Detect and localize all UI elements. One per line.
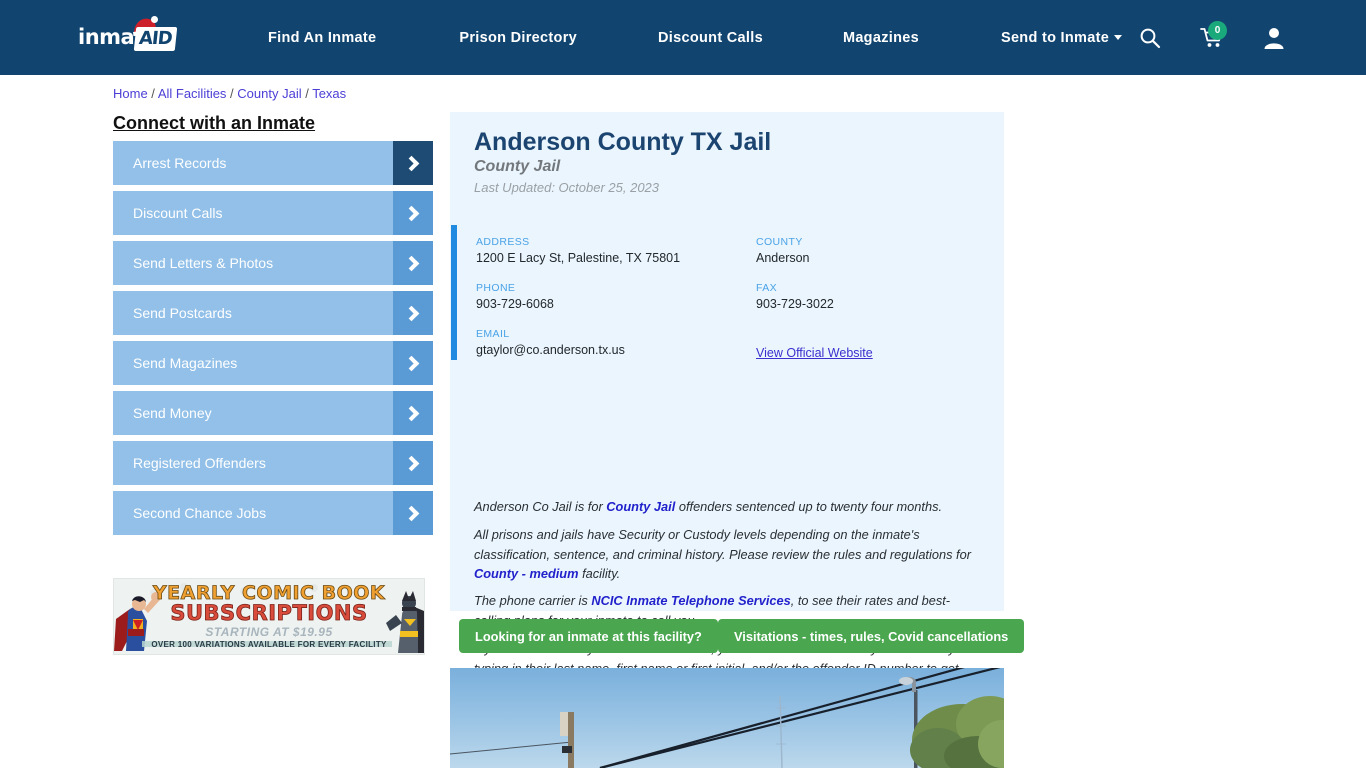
chevron-right-icon bbox=[393, 141, 433, 185]
paragraph-text: The phone carrier is bbox=[474, 593, 592, 608]
paragraph-text: All prisons and jails have Security or C… bbox=[474, 527, 971, 562]
paragraph-text: offenders sentenced up to twenty four mo… bbox=[675, 499, 943, 514]
contact-column-right: COUNTY Anderson FAX 903-729-3022 View Of… bbox=[756, 236, 986, 362]
site-logo[interactable]: inmate AID bbox=[78, 16, 188, 56]
last-updated-text: Last Updated: October 25, 2023 bbox=[474, 180, 660, 195]
chevron-right-icon bbox=[393, 491, 433, 535]
sidebar-heading: Connect with an Inmate bbox=[113, 113, 316, 133]
view-official-website-link[interactable]: View Official Website bbox=[756, 346, 873, 360]
contact-column-left: ADDRESS 1200 E Lacy St, Palestine, TX 75… bbox=[476, 236, 746, 374]
chevron-right-icon bbox=[393, 441, 433, 485]
sidebar-item-send-money[interactable]: Send Money bbox=[113, 391, 433, 435]
sidebar-item-label: Send Money bbox=[133, 405, 212, 421]
ad-headline-line2: SUBSCRIPTIONS bbox=[170, 601, 368, 626]
sidebar-item-send-magazines[interactable]: Send Magazines bbox=[113, 341, 433, 385]
user-account-icon[interactable] bbox=[1262, 25, 1286, 51]
nav-item-discount-calls[interactable]: Discount Calls bbox=[658, 30, 763, 46]
facility-paragraph-1: Anderson Co Jail is for County Jail offe… bbox=[474, 497, 986, 517]
facility-street-view-photo[interactable] bbox=[450, 668, 1004, 768]
accent-bar bbox=[451, 225, 457, 360]
sidebar-item-label: Discount Calls bbox=[133, 205, 223, 221]
breadcrumb-separator: / bbox=[147, 86, 158, 101]
facility-photo-illustration bbox=[450, 668, 1004, 768]
chevron-down-icon bbox=[1114, 34, 1123, 40]
nav-item-magazines[interactable]: Magazines bbox=[843, 30, 919, 46]
breadcrumb-item-texas[interactable]: Texas bbox=[312, 86, 346, 101]
visitations-button[interactable]: Visitations - times, rules, Covid cancel… bbox=[718, 619, 1025, 653]
sidebar-item-registered-offenders[interactable]: Registered Offenders bbox=[113, 441, 433, 485]
chevron-right-icon bbox=[393, 341, 433, 385]
sidebar-item-label: Second Chance Jobs bbox=[133, 505, 267, 521]
email-label: EMAIL bbox=[476, 328, 510, 340]
nav-item-find-an-inmate[interactable]: Find An Inmate bbox=[268, 30, 376, 46]
sidebar-item-second-chance-jobs[interactable]: Second Chance Jobs bbox=[113, 491, 433, 535]
sidebar-item-label: Arrest Records bbox=[133, 155, 227, 171]
sidebar-item-send-letters-photos[interactable]: Send Letters & Photos bbox=[113, 241, 433, 285]
email-value: gtaylor@co.anderson.tx.us bbox=[476, 343, 625, 357]
sidebar-item-send-postcards[interactable]: Send Postcards bbox=[113, 291, 433, 335]
logo-badge: AID bbox=[133, 27, 177, 51]
nav-item-send-to-inmate[interactable]: Send to Inmate bbox=[1000, 29, 1123, 46]
facility-paragraph-2: All prisons and jails have Security or C… bbox=[474, 525, 986, 584]
sidebar-item-label: Registered Offenders bbox=[133, 455, 266, 471]
ncic-services-link[interactable]: NCIC Inmate Telephone Services bbox=[591, 593, 790, 608]
sidebar-item-arrest-records[interactable]: Arrest Records bbox=[113, 141, 433, 185]
facility-type: County Jail bbox=[474, 158, 561, 175]
address-label: ADDRESS bbox=[476, 236, 530, 248]
breadcrumb-separator: / bbox=[226, 86, 238, 101]
breadcrumb-separator: / bbox=[301, 86, 313, 101]
top-navbar: inmate AID Find An Inmate Prison Directo… bbox=[0, 0, 1366, 75]
inmate-search-button[interactable]: Looking for an inmate at this facility? bbox=[459, 619, 718, 653]
breadcrumb-item-all-facilities[interactable]: All Facilities bbox=[158, 86, 227, 101]
chevron-right-icon bbox=[393, 241, 433, 285]
nav-item-prison-directory[interactable]: Prison Directory bbox=[459, 30, 577, 46]
nav-item-send-to-inmate-label: Send to Inmate bbox=[1000, 29, 1110, 46]
chevron-right-icon bbox=[393, 291, 433, 335]
county-jail-link[interactable]: County Jail bbox=[606, 499, 675, 514]
breadcrumb: Home / All Facilities / County Jail / Te… bbox=[113, 86, 346, 101]
facility-info-card: Anderson County TX Jail County Jail Last… bbox=[450, 112, 1004, 695]
ad-subtext: OVER 100 VARIATIONS AVAILABLE FOR EVERY … bbox=[151, 640, 387, 649]
sidebar-item-label: Send Magazines bbox=[133, 355, 238, 371]
sidebar-item-label: Send Letters & Photos bbox=[133, 255, 274, 271]
phone-value: 903-729-6068 bbox=[476, 297, 554, 311]
breadcrumb-item-home[interactable]: Home bbox=[113, 86, 148, 101]
paragraph-text: facility. bbox=[578, 566, 621, 581]
county-value: Anderson bbox=[756, 251, 810, 265]
sidebar-item-label: Send Postcards bbox=[133, 305, 232, 321]
ad-price-text: STARTING AT $19.95 bbox=[205, 625, 333, 639]
fax-value: 903-729-3022 bbox=[756, 297, 834, 311]
county-medium-link[interactable]: County - medium bbox=[474, 566, 579, 581]
phone-label: PHONE bbox=[476, 282, 516, 294]
paragraph-text: Anderson Co Jail is for bbox=[474, 499, 607, 514]
county-label: COUNTY bbox=[756, 236, 803, 248]
cart-count-badge: 0 bbox=[1208, 21, 1227, 40]
comic-book-subscription-ad[interactable]: YEARLY COMIC BOOK SUBSCRIPTIONS STARTING… bbox=[113, 578, 425, 655]
main-nav: Find An Inmate Prison Directory Discount… bbox=[268, 0, 1123, 75]
search-icon[interactable] bbox=[1138, 26, 1162, 50]
sidebar-item-discount-calls[interactable]: Discount Calls bbox=[113, 191, 433, 235]
breadcrumb-item-county-jail[interactable]: County Jail bbox=[237, 86, 301, 101]
chevron-right-icon bbox=[393, 191, 433, 235]
address-value: 1200 E Lacy St, Palestine, TX 75801 bbox=[476, 251, 681, 265]
fax-label: FAX bbox=[756, 282, 778, 294]
chevron-right-icon bbox=[393, 391, 433, 435]
page-title: Anderson County TX Jail bbox=[474, 128, 772, 156]
